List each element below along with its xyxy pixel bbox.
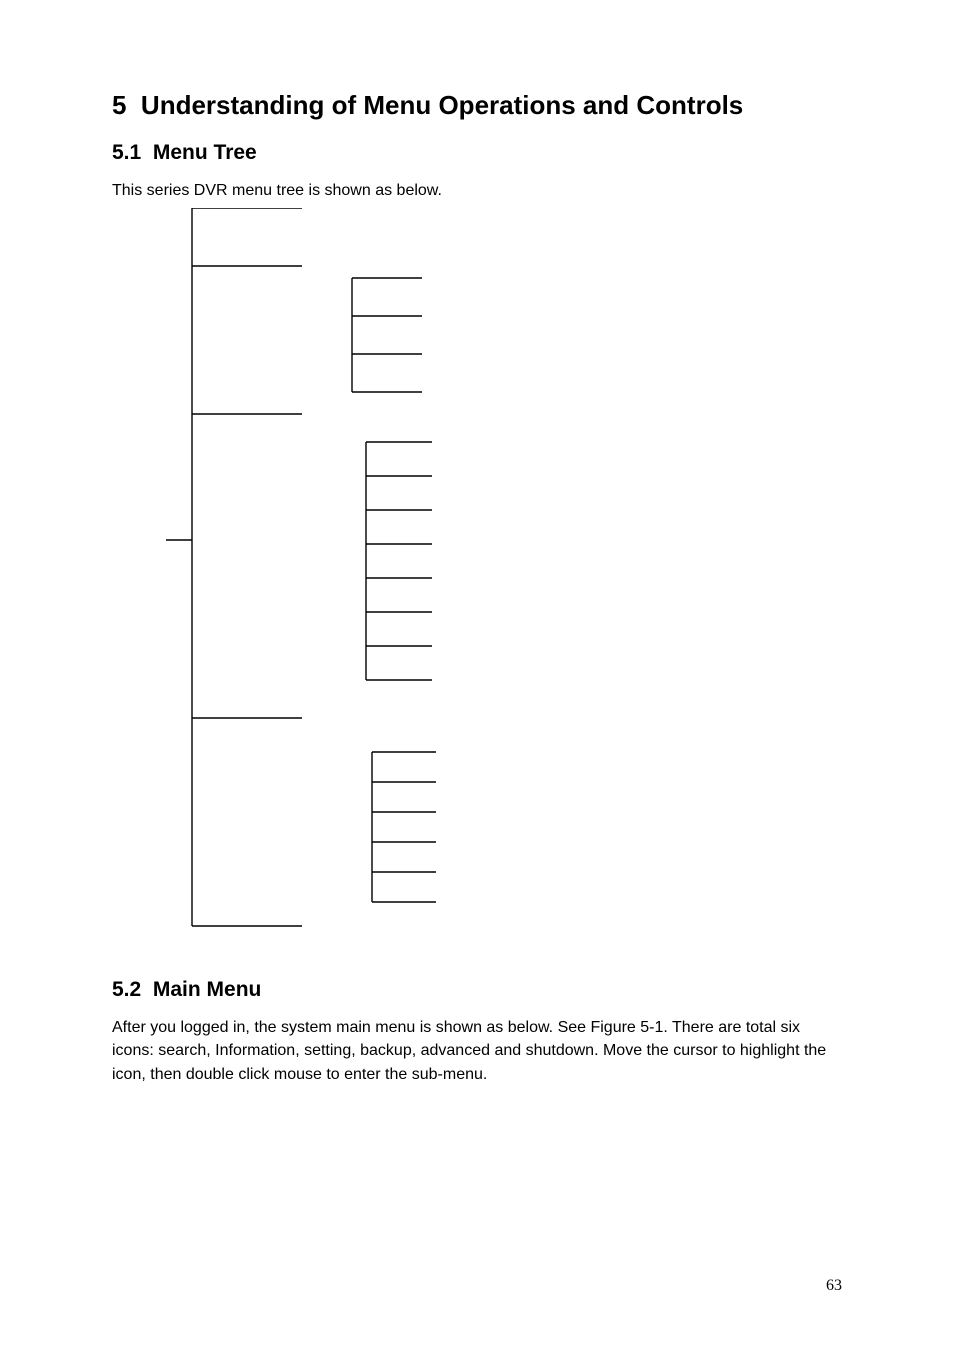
page: 5 Understanding of Menu Operations and C… (0, 0, 954, 1350)
section-5-1-title: 5.1 Menu Tree (112, 141, 842, 165)
section-5-2-text: Main Menu (153, 978, 262, 1001)
section-5-2-title: 5.2 Main Menu (112, 978, 842, 1002)
section-5-1-number: 5.1 (112, 141, 141, 164)
menu-tree-diagram (112, 208, 842, 938)
section-5-1-text: Menu Tree (153, 141, 257, 164)
tree-svg (112, 208, 472, 938)
section-5-2-paragraph: After you logged in, the system main men… (112, 1016, 842, 1086)
section-5-1-intro: This series DVR menu tree is shown as be… (112, 179, 842, 202)
chapter-title: 5 Understanding of Menu Operations and C… (112, 90, 842, 121)
page-number: 63 (826, 1277, 842, 1295)
chapter-title-text: Understanding of Menu Operations and Con… (141, 90, 743, 120)
chapter-number: 5 (112, 90, 126, 120)
section-5-2-number: 5.2 (112, 978, 141, 1001)
